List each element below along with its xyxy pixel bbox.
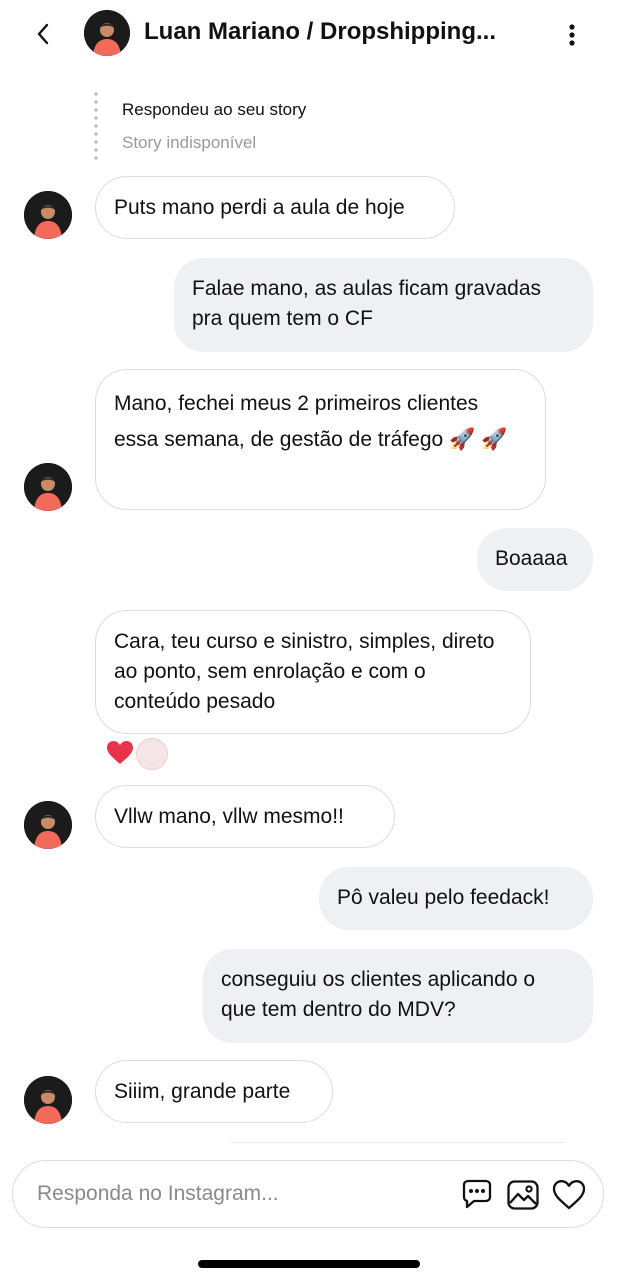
home-indicator	[198, 1260, 420, 1268]
avatar[interactable]	[24, 463, 72, 511]
message-bubble-outgoing[interactable]: Boaaaa	[477, 528, 593, 591]
heart-icon	[107, 741, 133, 764]
person-avatar-icon	[84, 10, 130, 56]
avatar[interactable]	[84, 10, 130, 56]
story-status: Story indisponível	[122, 133, 257, 152]
avatar[interactable]	[24, 801, 72, 849]
message-input[interactable]	[37, 1179, 437, 1209]
message-bubble-incoming[interactable]: Cara, teu curso e sinistro, simples, dir…	[95, 610, 531, 734]
emoji-avatar-icon	[136, 738, 168, 770]
person-avatar-icon	[24, 801, 72, 849]
message-bubble-incoming[interactable]: Puts mano perdi a aula de hoje	[95, 176, 455, 239]
message-bubble-outgoing[interactable]: Falae mano, as aulas ficam gravadas pra …	[174, 258, 593, 352]
story-divider	[94, 90, 98, 162]
message-bubble-incoming[interactable]: Vllw mano, vllw mesmo!!	[95, 785, 395, 848]
person-avatar-icon	[24, 1076, 72, 1124]
story-reply-label: Respondeu ao seu story	[122, 100, 307, 119]
more-vertical-icon[interactable]	[560, 20, 584, 50]
chat-header: Luan Mariano / Dropshipping...	[0, 0, 617, 70]
avatar[interactable]	[24, 1076, 72, 1124]
message-bubble-outgoing[interactable]: Pô valeu pelo feedack!	[319, 867, 593, 930]
message-bubble-incoming[interactable]: Mano, fechei meus 2 primeiros clientes e…	[95, 369, 546, 510]
chevron-left-icon[interactable]	[30, 20, 58, 48]
divider	[230, 1142, 566, 1143]
heart-icon[interactable]	[551, 1177, 587, 1213]
person-avatar-icon	[24, 191, 72, 239]
chat-bubble-icon[interactable]	[459, 1177, 495, 1213]
message-bubble-outgoing[interactable]: conseguiu os clientes aplicando o que te…	[203, 949, 593, 1043]
gallery-icon[interactable]	[505, 1177, 541, 1213]
avatar[interactable]	[24, 191, 72, 239]
message-bubble-incoming[interactable]: Siiim, grande parte	[95, 1060, 333, 1123]
chat-title[interactable]: Luan Mariano / Dropshipping...	[144, 18, 496, 46]
message-composer	[12, 1160, 604, 1228]
person-avatar-icon	[24, 463, 72, 511]
